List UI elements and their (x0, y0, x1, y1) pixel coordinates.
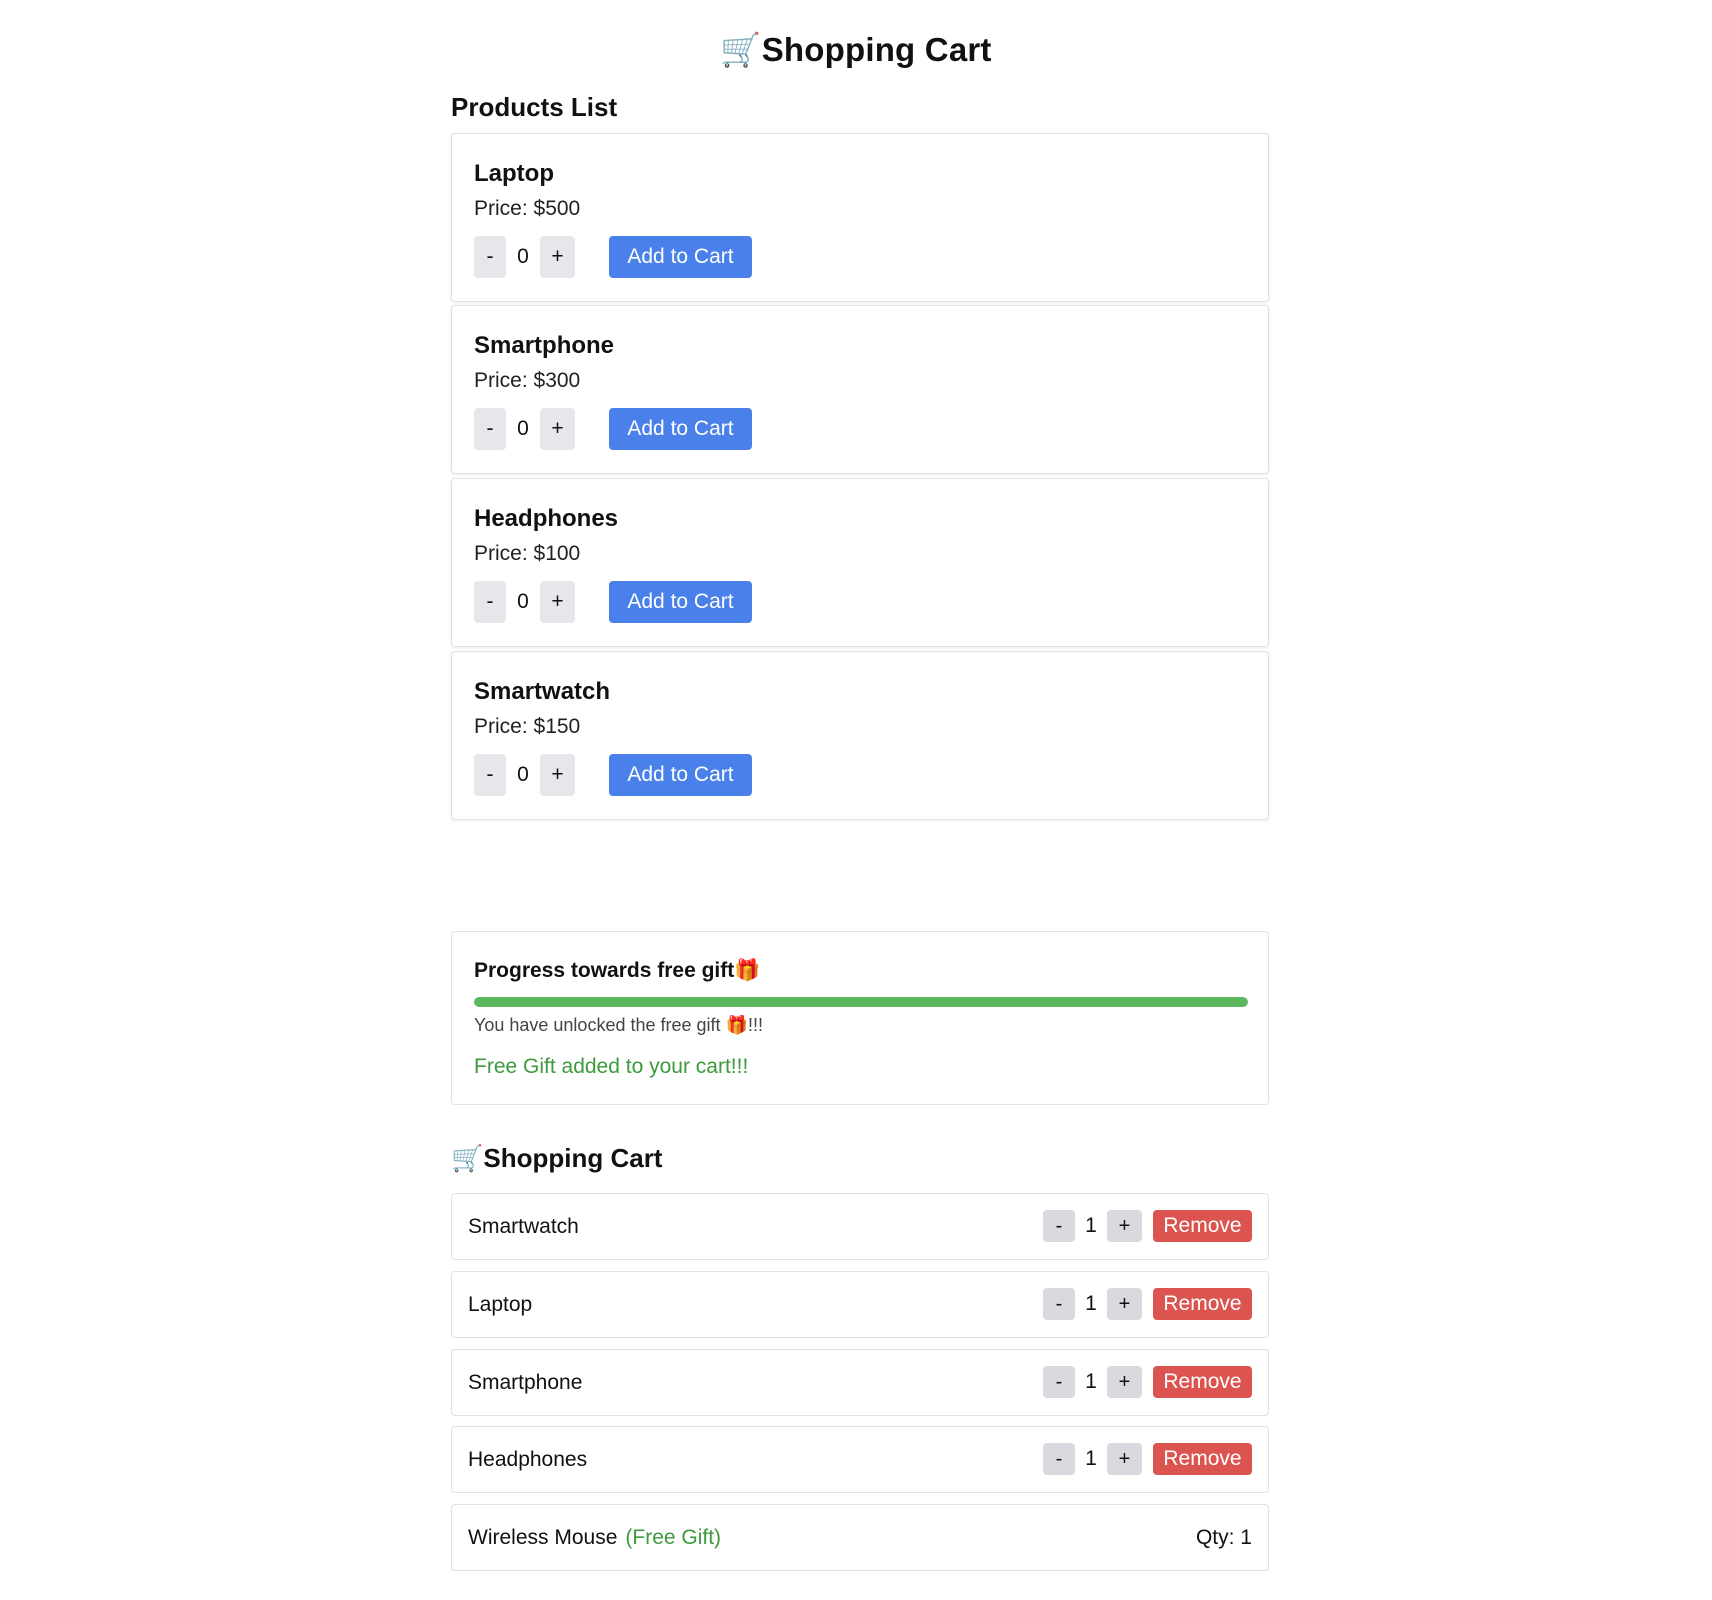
products-heading: Products List (451, 92, 618, 122)
cart-icon: 🛒 (451, 1144, 484, 1174)
gift-added-message: Free Gift added to your cart!!! (474, 1055, 749, 1078)
increment-button[interactable]: + (1107, 1288, 1142, 1320)
add-to-cart-button[interactable]: Add to Cart (609, 754, 752, 796)
decrement-button[interactable]: - (474, 754, 506, 796)
cart-item-row: Laptop - 1 + Remove (451, 1271, 1269, 1338)
free-gift-progress-card: Progress towards free gift🎁 You have unl… (451, 931, 1269, 1105)
product-price: Price: $150 (474, 715, 580, 739)
progress-title: Progress towards free gift🎁 (474, 958, 760, 983)
add-to-cart-button[interactable]: Add to Cart (609, 236, 752, 278)
remove-button[interactable]: Remove (1153, 1366, 1252, 1398)
cart-heading-text: Shopping Cart (483, 1143, 663, 1173)
decrement-button[interactable]: - (474, 408, 506, 450)
decrement-button[interactable]: - (1043, 1288, 1075, 1320)
product-name: Smartphone (474, 332, 615, 359)
quantity-stepper: - 0 + (474, 581, 575, 623)
price-prefix: Price: (474, 369, 534, 392)
quantity-stepper: - 0 + (474, 754, 575, 796)
increment-button[interactable]: + (1107, 1366, 1142, 1398)
cart-item-row: Headphones - 1 + Remove (451, 1426, 1269, 1493)
add-to-cart-button[interactable]: Add to Cart (609, 408, 752, 450)
price-value: $150 (533, 715, 581, 738)
product-name: Laptop (474, 160, 554, 187)
page-title: 🛒Shopping Cart (0, 30, 1712, 70)
price-prefix: Price: (474, 197, 534, 220)
quantity-value: 0 (517, 763, 529, 786)
gift-item-quantity: Qty: 1 (1195, 1526, 1252, 1549)
remove-button[interactable]: Remove (1153, 1210, 1252, 1242)
increment-button[interactable]: + (540, 581, 575, 623)
product-name: Smartwatch (474, 678, 611, 705)
progress-message-text: You have unlocked the free gift (474, 1015, 726, 1035)
quantity-stepper: - 0 + (474, 236, 575, 278)
cart-item-controls: - 1 + Remove (1043, 1443, 1252, 1475)
increment-button[interactable]: + (540, 408, 575, 450)
progress-message-suffix: !!! (747, 1015, 763, 1035)
decrement-button[interactable]: - (1043, 1210, 1075, 1242)
product-card-laptop: Laptop Price: $500 - 0 + Add to Cart (451, 133, 1269, 302)
price-value: $500 (533, 197, 581, 220)
progress-message: You have unlocked the free gift 🎁!!! (474, 1015, 763, 1036)
product-card-smartwatch: Smartwatch Price: $150 - 0 + Add to Cart (451, 651, 1269, 820)
gift-item-name: Wireless Mouse (Free Gift) (468, 1526, 721, 1550)
gift-item-label: Wireless Mouse (468, 1526, 618, 1549)
remove-button[interactable]: Remove (1153, 1443, 1252, 1475)
increment-button[interactable]: + (540, 236, 575, 278)
cart-icon: 🛒 (720, 30, 762, 69)
increment-button[interactable]: + (1107, 1443, 1142, 1475)
cart-item-controls: - 1 + Remove (1043, 1288, 1252, 1320)
progress-title-text: Progress towards free gift (474, 959, 735, 982)
increment-button[interactable]: + (1107, 1210, 1142, 1242)
cart-item-name: Smartwatch (468, 1215, 579, 1238)
quantity-value: 0 (517, 417, 529, 440)
cart-item-controls: - 1 + Remove (1043, 1366, 1252, 1398)
cart-item-controls: - 1 + Remove (1043, 1210, 1252, 1242)
add-to-cart-button[interactable]: Add to Cart (609, 581, 752, 623)
page-title-text: Shopping Cart (761, 31, 992, 68)
cart-item-name: Laptop (468, 1293, 533, 1316)
progress-bar (474, 997, 1248, 1007)
product-price: Price: $100 (474, 542, 580, 566)
decrement-button[interactable]: - (474, 581, 506, 623)
decrement-button[interactable]: - (474, 236, 506, 278)
free-gift-row: Wireless Mouse (Free Gift) Qty: 1 (451, 1504, 1269, 1571)
cart-item-quantity: 1 (1085, 1214, 1097, 1237)
cart-item-name: Smartphone (468, 1371, 583, 1394)
product-card-smartphone: Smartphone Price: $300 - 0 + Add to Cart (451, 305, 1269, 474)
price-prefix: Price: (474, 542, 534, 565)
decrement-button[interactable]: - (1043, 1443, 1075, 1475)
cart-item-row: Smartphone - 1 + Remove (451, 1349, 1269, 1416)
gift-icon: 🎁 (725, 1015, 748, 1036)
cart-item-quantity: 1 (1085, 1447, 1097, 1470)
cart-item-name: Headphones (468, 1448, 588, 1471)
quantity-stepper: - 0 + (474, 408, 575, 450)
price-value: $100 (533, 542, 581, 565)
cart-item-row: Smartwatch - 1 + Remove (451, 1193, 1269, 1260)
product-name: Headphones (474, 505, 619, 532)
decrement-button[interactable]: - (1043, 1366, 1075, 1398)
quantity-value: 0 (517, 590, 529, 613)
cart-item-quantity: 1 (1085, 1292, 1097, 1315)
remove-button[interactable]: Remove (1153, 1288, 1252, 1320)
cart-item-quantity: 1 (1085, 1370, 1097, 1393)
price-value: $300 (533, 369, 581, 392)
gift-icon: 🎁 (734, 958, 761, 982)
product-card-headphones: Headphones Price: $100 - 0 + Add to Cart (451, 478, 1269, 647)
free-gift-tag: (Free Gift) (625, 1526, 722, 1549)
increment-button[interactable]: + (540, 754, 575, 796)
cart-heading: 🛒Shopping Cart (451, 1143, 662, 1174)
quantity-value: 0 (517, 245, 529, 268)
progress-bar-fill (474, 997, 1248, 1007)
product-price: Price: $300 (474, 369, 580, 393)
price-prefix: Price: (474, 715, 534, 738)
product-price: Price: $500 (474, 197, 580, 221)
